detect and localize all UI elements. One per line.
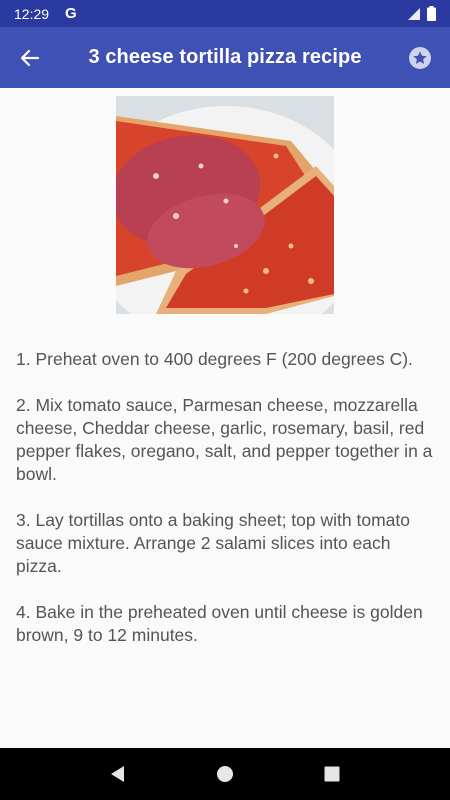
recipe-image	[116, 96, 334, 314]
status-bar: 12:29 G	[0, 0, 450, 27]
recipe-step: 3. Lay tortillas onto a baking sheet; to…	[16, 510, 410, 576]
battery-icon	[427, 6, 436, 21]
status-icons	[407, 6, 436, 21]
recipe-step: 1. Preheat oven to 400 degrees F (200 de…	[16, 349, 413, 369]
star-icon	[413, 50, 427, 64]
triangle-back-icon	[111, 766, 125, 782]
recipe-step: 2. Mix tomato sauce, Parmesan cheese, mo…	[16, 395, 433, 484]
nav-home-button[interactable]	[205, 754, 245, 794]
recipe-step: 4. Bake in the preheated oven until chee…	[16, 602, 423, 645]
status-time: 12:29	[14, 5, 50, 22]
favorite-circle	[409, 46, 431, 69]
pizza-illustration	[116, 96, 334, 314]
circle-home-icon	[216, 766, 233, 782]
nav-back-button[interactable]	[98, 754, 138, 794]
system-nav-bar	[0, 748, 450, 800]
arrow-back-icon	[20, 49, 40, 66]
nav-recents-button[interactable]	[312, 754, 352, 794]
page-title: 3 cheese tortilla pizza recipe	[88, 46, 362, 68]
app-bar: 3 cheese tortilla pizza recipe	[0, 27, 450, 88]
square-recents-icon	[324, 766, 340, 782]
back-button[interactable]	[0, 27, 60, 88]
google-icon: G	[65, 5, 77, 22]
favorite-button[interactable]	[390, 27, 450, 88]
signal-icon	[408, 7, 420, 20]
recipe-instructions: 1. Preheat oven to 400 degrees F (200 de…	[16, 348, 436, 670]
recipe-content[interactable]: 1. Preheat oven to 400 degrees F (200 de…	[0, 88, 450, 748]
